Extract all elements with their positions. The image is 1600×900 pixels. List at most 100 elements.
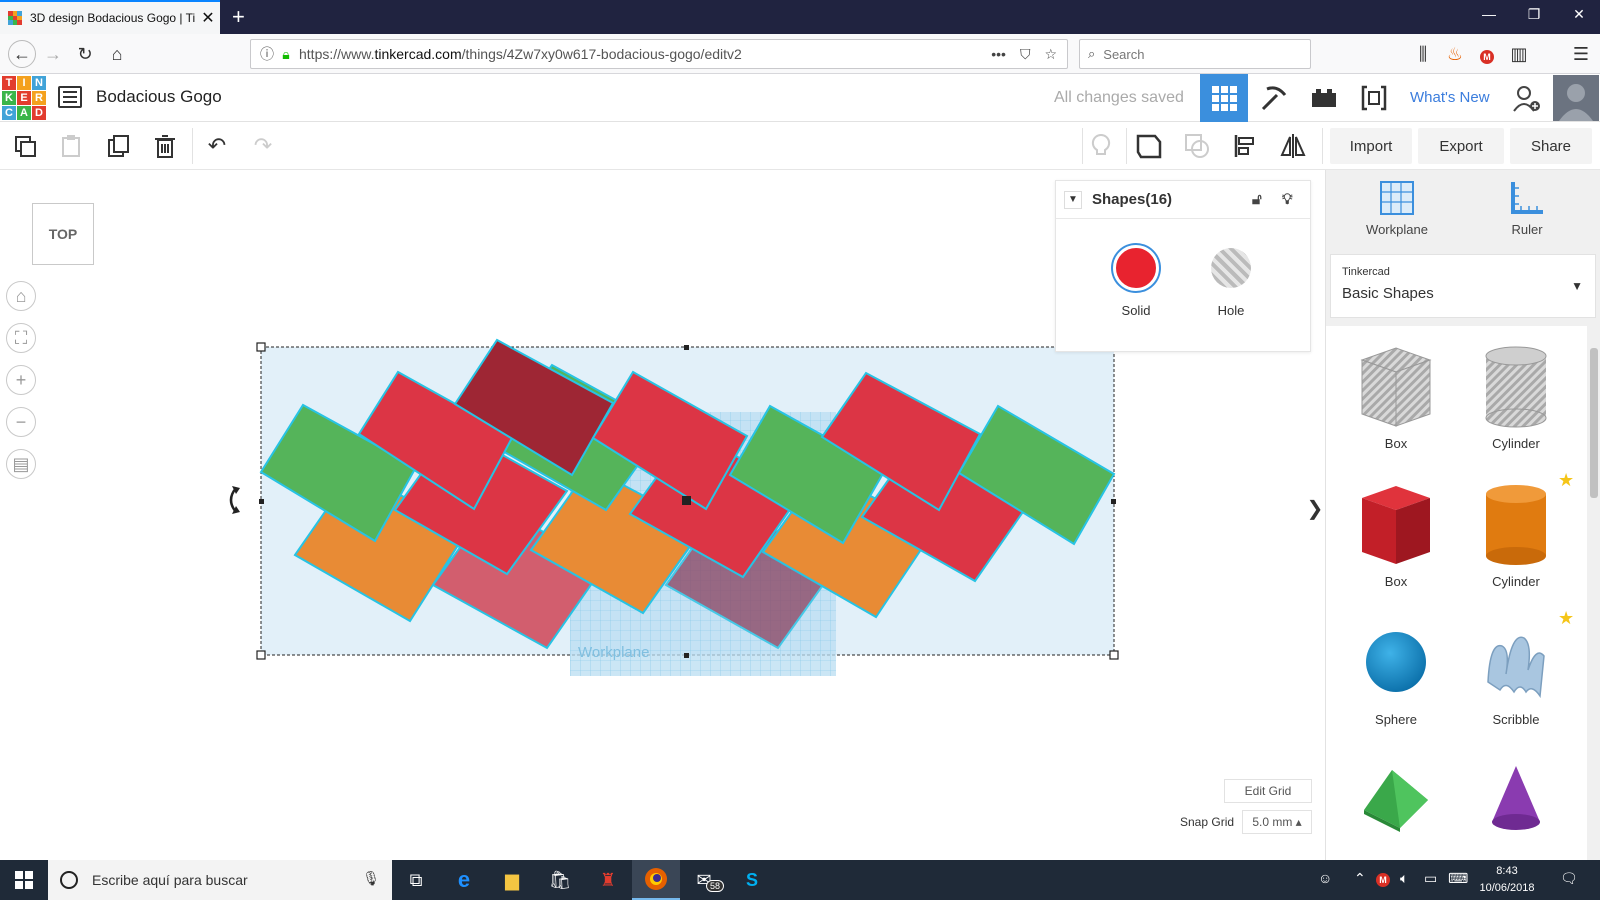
shape-cylinder-hole[interactable]: Cylinder <box>1466 344 1566 451</box>
3d-view-grid-icon[interactable] <box>1200 74 1248 122</box>
add-user-icon[interactable] <box>1503 74 1551 122</box>
windows-start-icon[interactable] <box>0 860 48 900</box>
view-cube[interactable]: TOP <box>32 203 94 265</box>
firefox-icon[interactable] <box>632 860 680 900</box>
popcorn-app-icon[interactable]: ♜ <box>584 860 632 900</box>
center-handle[interactable] <box>682 496 691 505</box>
file-explorer-icon[interactable]: ▆ <box>488 860 536 900</box>
shape-library-select[interactable]: Tinkercad Basic Shapes ▼ <box>1330 254 1596 318</box>
hamburger-menu-icon[interactable]: ☰ <box>1568 42 1594 66</box>
microphone-icon[interactable]: 🎙︎ <box>362 870 380 887</box>
zoom-in-icon[interactable]: + <box>6 365 36 395</box>
lightbulb-icon[interactable] <box>1084 130 1118 162</box>
tray-chevron-up-icon[interactable]: ⌃ <box>1354 870 1366 887</box>
undo-icon[interactable]: ↶ <box>200 130 234 162</box>
shape-sphere[interactable]: Sphere <box>1346 622 1446 727</box>
browser-search-input[interactable]: ⌕ Search <box>1079 39 1311 69</box>
hole-swatch[interactable] <box>1211 248 1251 288</box>
maximize-icon[interactable]: ❐ <box>1519 6 1549 23</box>
ortho-view-icon[interactable]: ▤ <box>6 449 36 479</box>
shape-cone[interactable] <box>1466 762 1566 838</box>
info-icon[interactable]: ⓘ <box>257 44 277 64</box>
shape-box-hole[interactable]: Box <box>1346 344 1446 451</box>
extension-fire-icon[interactable]: ♨ <box>1442 42 1468 66</box>
resize-handle[interactable] <box>256 342 266 352</box>
zoom-out-icon[interactable]: − <box>6 407 36 437</box>
edge-icon[interactable]: e <box>440 860 488 900</box>
lock-icon[interactable]: 🔓︎ <box>1252 191 1262 208</box>
align-icon[interactable] <box>1228 130 1262 162</box>
shape-roof[interactable] <box>1346 762 1446 838</box>
duplicate-icon[interactable] <box>102 130 136 162</box>
url-bar[interactable]: ⓘ 🔒︎ https://www.tinkercad.com/things/4Z… <box>250 39 1068 69</box>
home-view-icon[interactable]: ⌂ <box>6 281 36 311</box>
delete-trash-icon[interactable] <box>148 130 182 162</box>
reload-icon[interactable]: ↻ <box>72 42 98 66</box>
import-button[interactable]: Import <box>1330 128 1412 164</box>
resize-handle[interactable] <box>256 650 266 660</box>
ruler-tool[interactable]: Ruler <box>1482 180 1572 237</box>
snap-grid-select[interactable]: 5.0 mm ▴ <box>1242 810 1312 834</box>
home-icon[interactable]: ⌂ <box>104 42 130 66</box>
sidebar-icon[interactable]: ▥ <box>1506 42 1532 66</box>
solid-color-swatch[interactable] <box>1113 245 1159 291</box>
minimize-icon[interactable]: — <box>1474 6 1504 22</box>
fit-view-icon[interactable]: ⛶ <box>6 323 36 353</box>
store-icon[interactable]: 🛍︎ <box>536 860 584 900</box>
lightbulb-icon[interactable]: 💡︎ <box>1282 191 1293 208</box>
task-view-icon[interactable]: ⧉ <box>392 860 440 900</box>
shape-cylinder[interactable]: Cylinder <box>1466 482 1566 589</box>
extension-mail-icon[interactable]: M <box>1474 42 1500 66</box>
notifications-icon[interactable]: 🗨︎ <box>1560 870 1578 887</box>
url-text[interactable]: https://www.tinkercad.com/things/4Zw7xy0… <box>295 46 991 62</box>
close-tab-icon[interactable]: ✕ <box>196 8 220 28</box>
bricks-icon[interactable] <box>1300 74 1348 122</box>
workplane-canvas[interactable]: Workplane TOP ⌂ ⛶ + − ▤ ▼ Shapes(16) 🔓︎ … <box>0 170 1325 860</box>
mirror-icon[interactable] <box>1276 130 1310 162</box>
more-actions-icon[interactable]: ••• <box>991 46 1006 63</box>
copy-icon[interactable] <box>8 130 42 162</box>
panel-toggle-chevron-icon[interactable]: ❯ <box>1305 488 1325 528</box>
resize-handle[interactable] <box>259 499 264 504</box>
shape-scribble[interactable]: Scribble <box>1466 622 1566 727</box>
share-button[interactable]: Share <box>1510 128 1592 164</box>
collapse-caret-icon[interactable]: ▼ <box>1064 190 1082 209</box>
design-menu-icon[interactable] <box>58 86 82 108</box>
pickaxe-icon[interactable] <box>1250 74 1298 122</box>
ungroup-icon[interactable] <box>1180 130 1214 162</box>
taskbar-clock[interactable]: 8:43 10/06/2018 <box>1472 863 1542 897</box>
code-blocks-icon[interactable] <box>1350 74 1398 122</box>
resize-handle[interactable] <box>684 345 689 350</box>
volume-icon[interactable]: 🔈︎ <box>1400 870 1408 887</box>
library-icon[interactable]: ⫼ <box>1410 42 1436 66</box>
design-title[interactable]: Bodacious Gogo <box>96 87 222 107</box>
resize-handle[interactable] <box>684 653 689 658</box>
language-icon[interactable]: ⌨︎ <box>1448 870 1468 887</box>
resize-handle[interactable] <box>1109 650 1119 660</box>
taskbar-search-input[interactable]: Escribe aquí para buscar 🎙︎ <box>48 860 392 900</box>
shape-list-scrollbar[interactable] <box>1587 326 1600 860</box>
browser-tab[interactable]: 3D design Bodacious Gogo | Ti ✕ <box>0 0 220 34</box>
bookmark-star-icon[interactable]: ☆ <box>1044 46 1057 63</box>
mail-icon[interactable]: ✉ 58 <box>680 860 728 900</box>
back-arrow-icon[interactable]: ← <box>8 40 36 68</box>
resize-handle[interactable] <box>1111 499 1116 504</box>
people-icon[interactable]: ☺ <box>1318 870 1332 886</box>
avatar[interactable] <box>1552 74 1600 122</box>
tinkercad-logo[interactable]: T I N K E R C A D <box>2 76 46 120</box>
pocket-icon[interactable]: ⛉ <box>1020 46 1031 63</box>
group-icon[interactable] <box>1132 130 1166 162</box>
new-tab-button[interactable]: + <box>232 4 245 30</box>
network-icon[interactable]: ▭ <box>1424 870 1437 887</box>
paste-icon[interactable] <box>54 130 88 162</box>
edit-grid-button[interactable]: Edit Grid <box>1224 779 1312 803</box>
skype-icon[interactable]: S <box>728 860 776 900</box>
shape-box[interactable]: Box <box>1346 482 1446 589</box>
close-window-icon[interactable]: ✕ <box>1564 6 1594 23</box>
whats-new-link[interactable]: What's New <box>1410 89 1490 106</box>
forward-arrow-icon[interactable]: → <box>40 42 66 66</box>
export-button[interactable]: Export <box>1418 128 1504 164</box>
redo-icon[interactable]: ↷ <box>246 130 280 162</box>
tray-mail-extension-icon[interactable]: M <box>1376 870 1390 887</box>
workplane-tool[interactable]: Workplane <box>1352 180 1442 237</box>
